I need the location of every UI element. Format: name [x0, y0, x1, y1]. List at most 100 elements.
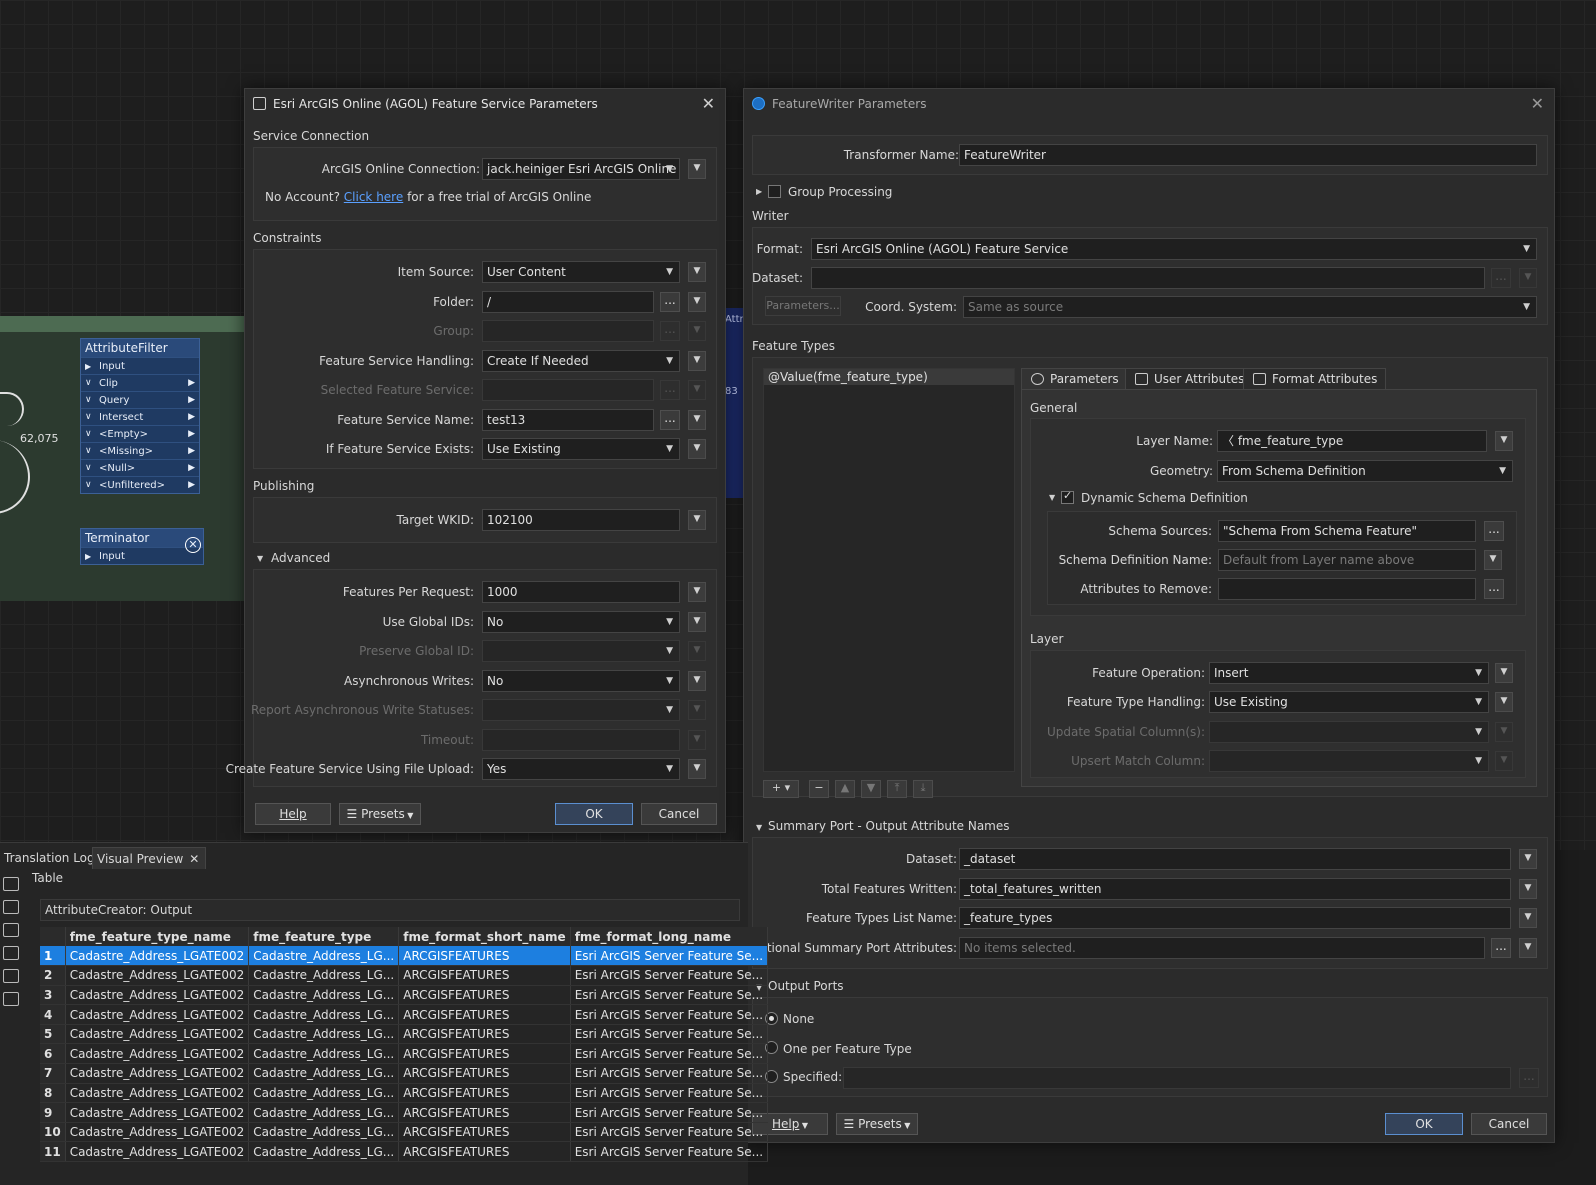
node-output-port[interactable]: Query ▶	[81, 391, 199, 409]
table-row[interactable]: 5 Cadastre_Address_LGATE002 Cadastre_Addre…	[40, 1024, 769, 1045]
ellipsis-button[interactable]: ...	[660, 292, 680, 312]
parameter-menu-button[interactable]: ▼	[1519, 849, 1537, 869]
table-row[interactable]: 6 Cadastre_Address_LGATE002 Cadastre_Addre…	[40, 1043, 769, 1065]
dialog-titlebar[interactable]: Esri ArcGIS Online (AGOL) Feature Servic…	[245, 89, 725, 119]
dynamic-schema-checkbox[interactable]	[1061, 489, 1074, 504]
parameter-menu-button[interactable]: ▼	[688, 612, 706, 632]
row-number-cell[interactable]: 2	[40, 965, 66, 986]
coord-system-select[interactable]: Same as source ▼	[963, 296, 1537, 318]
table-cell[interactable]: ARCGISFEATURES	[398, 1141, 571, 1163]
parameter-menu-button[interactable]: ▼	[1519, 938, 1537, 958]
close-icon[interactable]: ✕	[702, 89, 715, 119]
table-cell[interactable]: ARCGISFEATURES	[398, 1102, 571, 1123]
table-cell[interactable]: Cadastre_Address_LGATE002	[65, 965, 250, 986]
collapse-triangle-icon[interactable]: ▼	[1049, 493, 1055, 502]
attributes-remove-input[interactable]	[1218, 578, 1476, 600]
parameter-menu-button[interactable]: ▼	[1495, 692, 1513, 712]
node-output-port[interactable]: <Null> ▶	[81, 459, 199, 477]
table-cell[interactable]: Cadastre_Address_LGATE002	[65, 1102, 250, 1123]
table-cell[interactable]: Cadastre_Address_LGATE002	[65, 1024, 250, 1045]
row-number-cell[interactable]: 4	[40, 1004, 66, 1025]
total-written-input[interactable]: _total_features_written	[959, 878, 1511, 900]
table-row[interactable]: 11 Cadastre_Address_LGATE002 Cadastre_Addr…	[40, 1141, 769, 1163]
row-number-cell[interactable]: 7	[40, 1063, 66, 1084]
move-down-button[interactable]: ▼	[861, 780, 881, 798]
table-cell[interactable]: Cadastre_Address_LGATE002	[65, 985, 250, 1006]
ok-button[interactable]: OK	[1385, 1113, 1463, 1135]
file-upload-select[interactable]: Yes ▼	[482, 758, 680, 780]
remove-feature-type-button[interactable]: −	[809, 780, 829, 798]
table-cell[interactable]: Cadastre_Address_LGATE002	[65, 1141, 250, 1163]
ellipsis-button[interactable]: ...	[660, 410, 680, 430]
table-source-selector[interactable]: AttributeCreator: Output	[40, 899, 740, 921]
column-header[interactable]: fme_feature_type_name	[65, 927, 250, 946]
ft-handling-select[interactable]: Use Existing ▼	[1209, 691, 1489, 713]
table-cell[interactable]: Cadastre_Address_LGATE002	[65, 1004, 250, 1025]
table-cell[interactable]: Cadastre_Address_LG...	[248, 985, 400, 1006]
ellipsis-button[interactable]: ...	[1484, 579, 1504, 599]
additional-attributes-input[interactable]: No items selected.	[959, 937, 1485, 959]
agol-connection-select[interactable]: jack.heiniger Esri ArcGIS Online ▼	[482, 158, 680, 180]
table-cell[interactable]: Esri ArcGIS Server Feature Se...	[570, 1083, 769, 1104]
node-output-port[interactable]: Intersect ▶	[81, 408, 199, 426]
collapse-triangle-icon[interactable]: ▼	[756, 823, 762, 832]
move-up-button[interactable]: ▲	[835, 780, 855, 798]
table-row[interactable]: 3 Cadastre_Address_LGATE002 Cadastre_Addre…	[40, 985, 769, 1006]
fs-exists-select[interactable]: Use Existing ▼	[482, 438, 680, 460]
expand-triangle-icon[interactable]: ▶	[756, 187, 762, 196]
close-icon[interactable]: ✕	[1531, 89, 1544, 119]
section-advanced[interactable]: Advanced	[271, 551, 330, 565]
parameter-menu-button[interactable]: ▼	[1495, 663, 1513, 683]
column-header[interactable]: fme_feature_type	[248, 927, 400, 946]
table-cell[interactable]: ARCGISFEATURES	[398, 1063, 571, 1084]
dataset-input[interactable]	[811, 267, 1485, 289]
graphics-icon[interactable]	[3, 946, 19, 960]
table-cell[interactable]: Cadastre_Address_LG...	[248, 1102, 400, 1123]
table-cell[interactable]: Esri ArcGIS Server Feature Se...	[570, 1024, 769, 1045]
table-cell[interactable]: Cadastre_Address_LG...	[248, 946, 400, 967]
tab-visual-preview[interactable]: Visual Preview ✕	[92, 847, 207, 869]
table-cell[interactable]: ARCGISFEATURES	[398, 1122, 571, 1143]
row-number-cell[interactable]: 9	[40, 1102, 66, 1123]
table-cell[interactable]: Esri ArcGIS Server Feature Se...	[570, 1043, 769, 1065]
tab-user-attributes[interactable]: User Attributes	[1125, 368, 1254, 390]
tab-translation-log[interactable]: Translation Log	[0, 847, 99, 869]
ellipsis-button[interactable]: ...	[1484, 521, 1504, 541]
parameter-menu-button[interactable]: ▼	[688, 439, 706, 459]
tab-format-attributes[interactable]: Format Attributes	[1243, 368, 1387, 390]
table-cell[interactable]: Cadastre_Address_LGATE002	[65, 946, 250, 967]
table-cell[interactable]: ARCGISFEATURES	[398, 1004, 571, 1025]
ok-button[interactable]: OK	[555, 803, 633, 825]
table-cell[interactable]: Esri ArcGIS Server Feature Se...	[570, 1102, 769, 1123]
node-output-port[interactable]: <Unfiltered> ▶	[81, 476, 199, 494]
help-button[interactable]: Help	[255, 803, 331, 825]
table-row[interactable]: 8 Cadastre_Address_LGATE002 Cadastre_Addre…	[40, 1083, 769, 1104]
move-bottom-button[interactable]: ⤓	[913, 780, 933, 798]
item-source-select[interactable]: User Content ▼	[482, 261, 680, 283]
row-number-cell[interactable]: 11	[40, 1141, 66, 1163]
table-cell[interactable]: Cadastre_Address_LG...	[248, 1004, 400, 1025]
parameter-menu-button[interactable]: ▼	[688, 159, 706, 179]
select-tool-icon[interactable]	[3, 877, 19, 891]
parameter-menu-button[interactable]: ▼	[1495, 431, 1513, 451]
node-output-port[interactable]: <Missing> ▶	[81, 442, 199, 460]
node-input-port[interactable]: Input	[81, 547, 203, 565]
parameter-menu-button[interactable]: ▼	[688, 262, 706, 282]
table-cell[interactable]: Cadastre_Address_LG...	[248, 1063, 400, 1084]
parameter-menu-button[interactable]: ▼	[688, 292, 706, 312]
table-cell[interactable]: Cadastre_Address_LGATE002	[65, 1122, 250, 1143]
attributefilter-node[interactable]: AttributeFilter InputClip▶Query▶Intersec…	[80, 338, 200, 494]
wkid-input[interactable]: 102100	[482, 509, 680, 531]
node-input-port[interactable]: Input	[81, 357, 199, 375]
row-number-cell[interactable]: 3	[40, 985, 66, 1006]
row-number-cell[interactable]: 1	[40, 946, 66, 967]
parameter-menu-button[interactable]: ▼	[688, 671, 706, 691]
feature-operation-select[interactable]: Insert ▼	[1209, 662, 1489, 684]
parameter-menu-button[interactable]: ▼	[688, 351, 706, 371]
tab-parameters[interactable]: Parameters	[1021, 368, 1128, 390]
parameter-menu-button[interactable]: ▼	[688, 510, 706, 530]
table-icon[interactable]	[3, 923, 19, 937]
table-cell[interactable]: Cadastre_Address_LG...	[248, 1122, 400, 1143]
dialog-titlebar[interactable]: FeatureWriter Parameters ✕	[744, 89, 1554, 119]
schema-sources-input[interactable]: "Schema From Schema Feature"	[1218, 520, 1476, 542]
